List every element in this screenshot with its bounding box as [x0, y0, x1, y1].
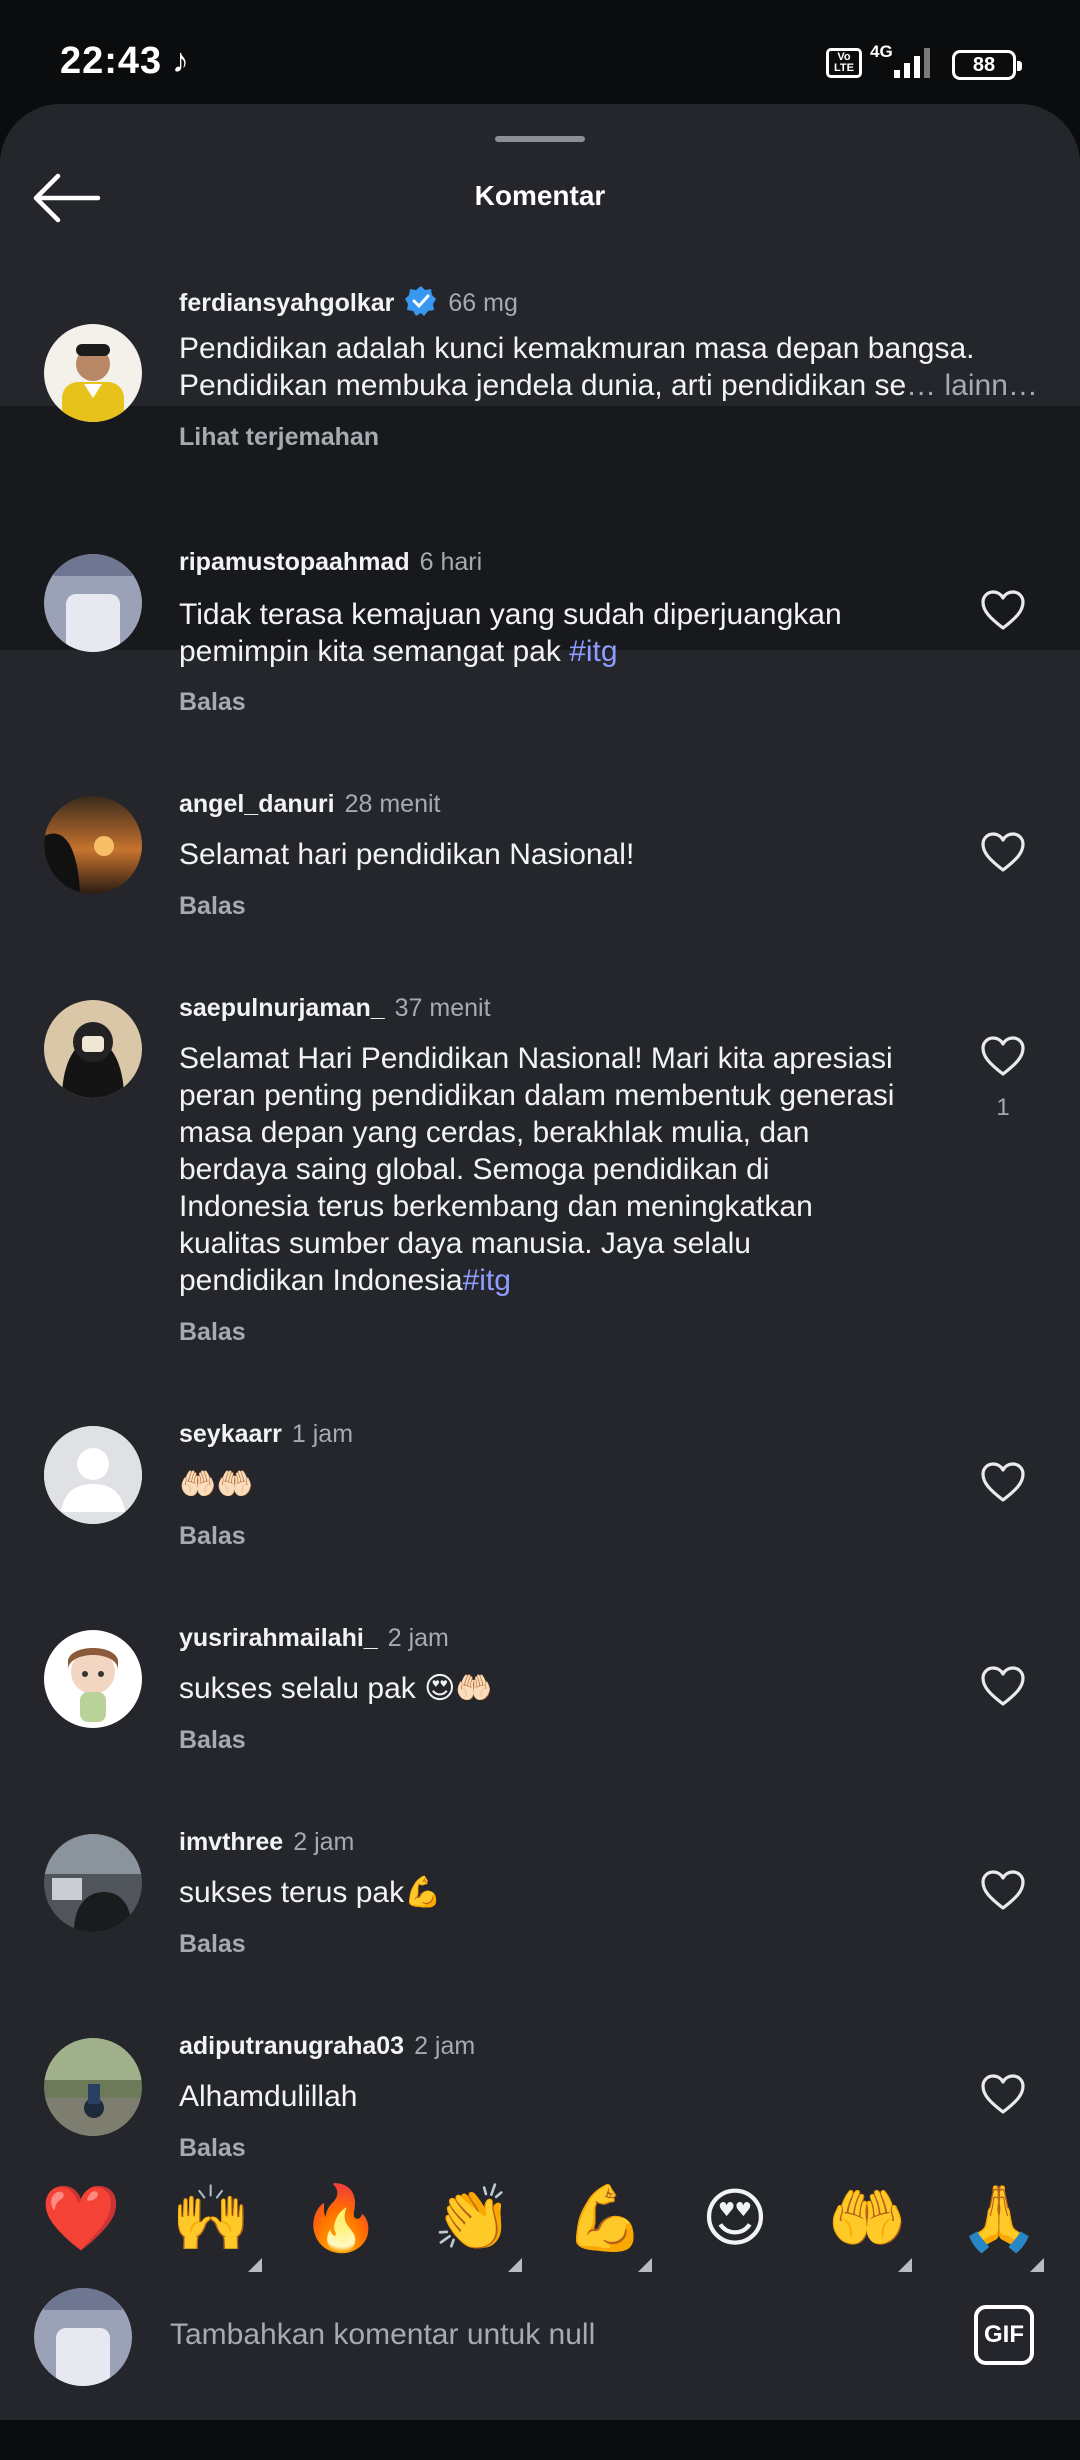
comment-text: 🤲🏻🤲🏻 — [179, 1468, 254, 1501]
comment-text: sukses selalu pak 😍🤲🏻 — [179, 1672, 493, 1705]
username-text[interactable]: imvthree — [179, 1828, 283, 1856]
sheet-grabber[interactable] — [495, 136, 585, 142]
emoji-flexed-biceps-button[interactable]: 💪 — [560, 2178, 650, 2258]
caption-line-2: Pendidikan membuka jendela dunia, arti p… — [179, 369, 907, 402]
emoji-clap-button[interactable]: 👏 — [428, 2178, 518, 2258]
emoji-palms-up-button[interactable]: 🤲 — [822, 2178, 912, 2258]
comment-time: 37 menit — [394, 994, 491, 1022]
avatar[interactable] — [44, 1834, 142, 1932]
tiktok-icon: ♪ — [172, 42, 189, 80]
comment-time: 1 jam — [291, 1420, 354, 1448]
comment-text: Tidak terasa kemajuan yang sudah diperju… — [179, 596, 919, 670]
comment-line: pemimpin kita semangat pak — [179, 635, 570, 668]
comment-username[interactable]: imvthree 2 jam — [179, 1828, 354, 1857]
comment-time: 6 hari — [419, 548, 483, 576]
comment-text: Selamat Hari Pendidikan Nasional! Mari k… — [179, 1040, 919, 1299]
current-user-avatar — [34, 2288, 132, 2386]
comment-username[interactable]: angel_danuri 28 menit — [179, 790, 440, 819]
gif-button[interactable]: GIF — [974, 2305, 1034, 2365]
avatar[interactable] — [44, 1000, 142, 1098]
quick-emoji-bar — [0, 2160, 1080, 2270]
caption-avatar[interactable] — [44, 324, 142, 422]
avatar[interactable] — [44, 1630, 142, 1728]
hashtag-link[interactable]: #itg — [569, 635, 617, 668]
reply-button[interactable]: Balas — [179, 1522, 246, 1551]
reply-button[interactable]: Balas — [179, 1726, 246, 1755]
username-text[interactable]: seykaarr — [179, 1420, 282, 1448]
comment-time: 28 menit — [344, 790, 441, 818]
username-text[interactable]: yusrirahmailahi_ — [179, 1624, 378, 1652]
system-navigation-bar — [0, 2420, 1080, 2460]
comment-text: Alhamdulillah — [179, 2080, 358, 2113]
username-text[interactable]: ripamustopaahmad — [179, 548, 410, 576]
like-heart-icon[interactable] — [980, 2073, 1026, 2115]
caption-username-text[interactable]: ferdiansyahgolkar — [179, 289, 394, 317]
comment-line: Tidak terasa kemajuan yang sudah diperju… — [179, 598, 842, 631]
comment-username[interactable]: saepulnurjaman_ 37 menit — [179, 994, 491, 1023]
like-heart-icon[interactable] — [980, 1869, 1026, 1911]
reply-button[interactable]: Balas — [179, 1930, 246, 1959]
signal-icon — [894, 48, 930, 78]
comment-time: 2 jam — [293, 1828, 355, 1856]
avatar[interactable] — [44, 554, 142, 652]
comment-username[interactable]: ripamustopaahmad 6 hari — [179, 548, 482, 577]
comment-username[interactable]: adiputranugraha03 2 jam — [179, 2032, 475, 2061]
comment-text: Selamat hari pendidikan Nasional! — [179, 838, 635, 871]
comment-text: sukses terus pak💪 — [179, 1876, 442, 1909]
emoji-raising-hands-button[interactable]: 🙌 — [166, 2178, 256, 2258]
emoji-fire-button[interactable]: 🔥 — [296, 2178, 386, 2258]
comment-username[interactable]: seykaarr 1 jam — [179, 1420, 353, 1449]
username-text[interactable]: adiputranugraha03 — [179, 2032, 404, 2060]
emoji-folded-hands-button[interactable]: 🙏 — [954, 2178, 1044, 2258]
reply-button[interactable]: Balas — [179, 688, 246, 717]
comment-line: Indonesia terus berkembang dan meningkat… — [179, 1190, 813, 1223]
avatar[interactable] — [44, 2038, 142, 2136]
volte-icon: Vo LTE — [826, 48, 862, 78]
verified-badge-icon — [405, 286, 437, 316]
caption-more-link[interactable]: … lainn… — [906, 369, 1038, 402]
battery-icon: 88 — [952, 50, 1022, 80]
reply-button[interactable]: Balas — [179, 2134, 246, 2163]
avatar[interactable] — [44, 796, 142, 894]
page-title: Komentar — [474, 180, 606, 211]
emoji-heart-eyes-button[interactable]: 😍 — [690, 2178, 780, 2258]
comment-line: peran penting pendidikan dalam membentuk… — [179, 1079, 895, 1112]
comment-line: kualitas sumber daya manusia. Jaya selal… — [179, 1227, 751, 1260]
username-text[interactable]: saepulnurjaman_ — [179, 994, 385, 1022]
default-avatar-icon[interactable] — [44, 1426, 142, 1524]
like-heart-icon[interactable] — [980, 1461, 1026, 1503]
caption-line-1: Pendidikan adalah kunci kemakmuran masa … — [179, 332, 975, 365]
comment-line: berdaya saing global. Semoga pendidikan … — [179, 1153, 770, 1186]
comment-time: 2 jam — [414, 2032, 476, 2060]
comment-line: masa depan yang cerdas, berakhlak mulia,… — [179, 1116, 810, 1149]
status-bar: 22:43 ♪ Vo LTE 4G 88 — [0, 0, 1080, 110]
caption-text: Pendidikan adalah kunci kemakmuran masa … — [179, 330, 1049, 404]
like-heart-icon[interactable] — [980, 1035, 1026, 1077]
reply-button[interactable]: Balas — [179, 1318, 246, 1347]
like-heart-icon[interactable] — [980, 589, 1026, 631]
caption-time: 66 mg — [448, 289, 518, 317]
caption-username[interactable]: ferdiansyahgolkar 66 mg — [179, 284, 518, 318]
like-count[interactable]: 1 — [990, 1094, 1016, 1122]
like-heart-icon[interactable] — [980, 831, 1026, 873]
comment-input[interactable]: Tambahkan komentar untuk null — [170, 2318, 595, 2352]
comment-line: pendidikan Indonesia — [179, 1264, 463, 1297]
reply-button[interactable]: Balas — [179, 892, 246, 921]
like-heart-icon[interactable] — [980, 1665, 1026, 1707]
comment-time: 2 jam — [387, 1624, 449, 1652]
hashtag-link[interactable]: #itg — [463, 1264, 511, 1297]
status-time: 22:43 — [60, 40, 163, 82]
comment-username[interactable]: yusrirahmailahi_ 2 jam — [179, 1624, 449, 1653]
emoji-heart-button[interactable]: ❤️ — [36, 2178, 126, 2258]
username-text[interactable]: angel_danuri — [179, 790, 335, 818]
comment-line: Selamat Hari Pendidikan Nasional! Mari k… — [179, 1042, 893, 1075]
see-translation-link[interactable]: Lihat terjemahan — [179, 423, 379, 452]
